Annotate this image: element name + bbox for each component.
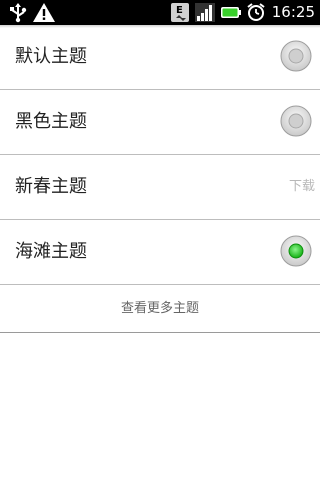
theme-row-default[interactable]: 默认主题 bbox=[0, 25, 320, 90]
status-time: 16:25 bbox=[271, 3, 315, 21]
svg-text:E: E bbox=[176, 5, 183, 16]
edge-data-icon: E bbox=[171, 3, 189, 22]
theme-list: 默认主题 黑色主题 新春主题 下载 海滩主题 查看更多主题 bbox=[0, 25, 320, 333]
download-link[interactable]: 下载 bbox=[289, 155, 315, 219]
alarm-icon bbox=[247, 3, 265, 21]
battery-icon bbox=[221, 7, 241, 18]
theme-label: 黑色主题 bbox=[15, 111, 87, 132]
more-themes-row[interactable]: 查看更多主题 bbox=[0, 285, 320, 333]
radio-button-unselected[interactable] bbox=[280, 105, 312, 137]
theme-row-beach[interactable]: 海滩主题 bbox=[0, 220, 320, 285]
signal-icon bbox=[195, 3, 215, 22]
theme-row-spring[interactable]: 新春主题 下载 bbox=[0, 155, 320, 220]
more-themes-link[interactable]: 查看更多主题 bbox=[121, 285, 199, 332]
theme-row-black[interactable]: 黑色主题 bbox=[0, 90, 320, 155]
theme-label: 海滩主题 bbox=[15, 241, 87, 262]
warning-icon bbox=[33, 3, 55, 22]
radio-button-unselected[interactable] bbox=[280, 40, 312, 72]
radio-button-selected[interactable] bbox=[280, 235, 312, 267]
status-bar: E 16:25 bbox=[0, 0, 320, 25]
theme-label: 新春主题 bbox=[15, 176, 87, 197]
usb-icon bbox=[10, 3, 27, 23]
theme-label: 默认主题 bbox=[15, 46, 87, 67]
